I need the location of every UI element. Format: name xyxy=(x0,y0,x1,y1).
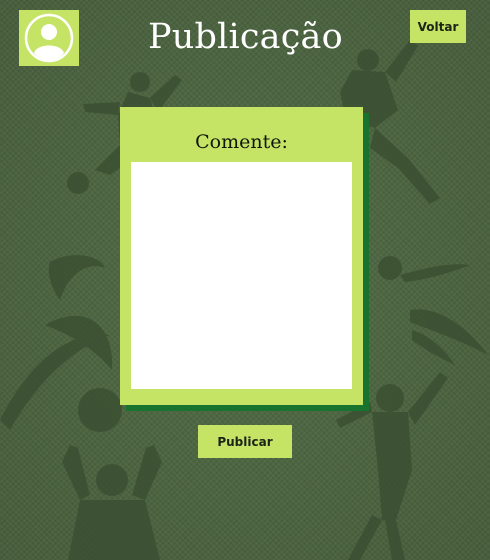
publish-button[interactable]: Publicar xyxy=(198,425,292,458)
volleyball-icon xyxy=(378,256,402,280)
swoosh-icon xyxy=(410,309,488,355)
comment-card: Comente: xyxy=(120,107,363,405)
volleyball-icon xyxy=(67,172,89,194)
volleyball-player-icon xyxy=(62,445,162,560)
comment-textarea[interactable] xyxy=(131,162,352,389)
swoosh-icon xyxy=(400,264,470,282)
swoosh-icon xyxy=(48,255,105,300)
profile-avatar-button[interactable] xyxy=(19,10,79,66)
soccer-ball-icon xyxy=(78,388,122,432)
back-button[interactable]: Voltar xyxy=(410,10,466,43)
comment-label: Comente: xyxy=(195,131,288,153)
user-circle-icon xyxy=(24,13,74,63)
page-title: Publicação xyxy=(148,17,343,57)
